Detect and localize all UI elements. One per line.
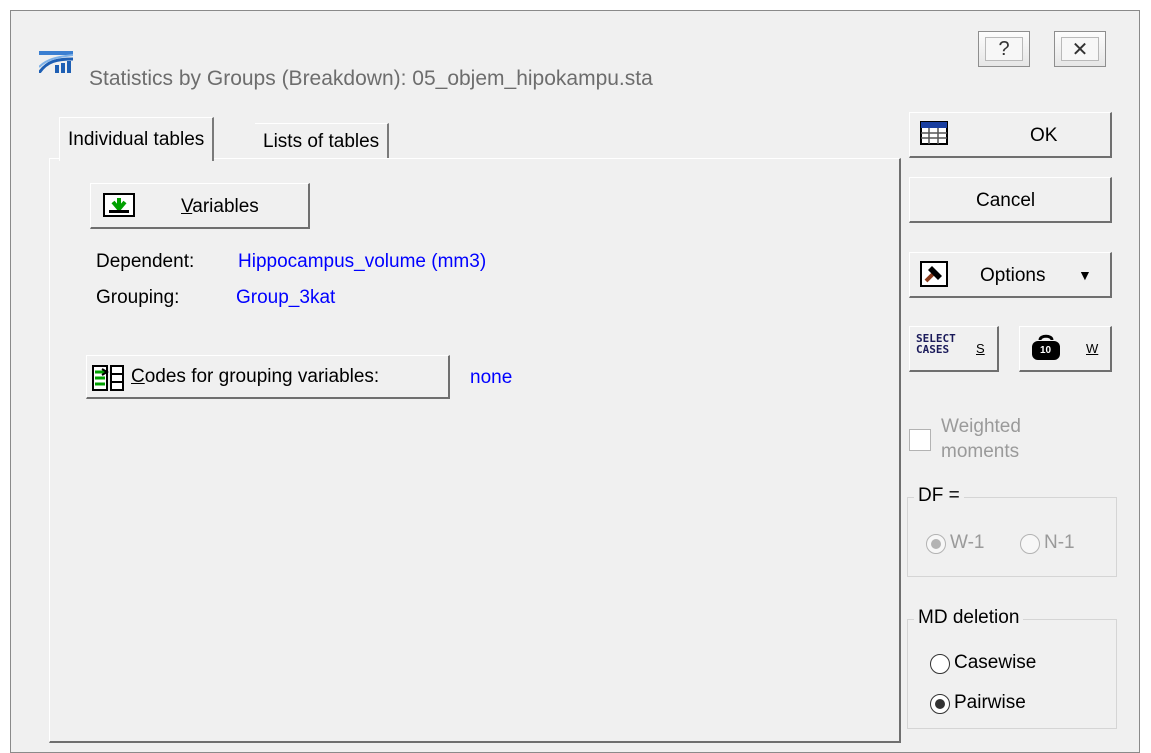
spreadsheet-icon: [920, 121, 948, 145]
grouping-value: Group_3kat: [236, 287, 336, 308]
casewise-label: Casewise: [954, 652, 1037, 673]
dialog-window: Statistics by Groups (Breakdown): 05_obj…: [10, 10, 1140, 753]
md-deletion-label: MD deletion: [914, 607, 1024, 629]
weighted-moments-label-1: Weighted: [941, 416, 1021, 437]
select-cases-icon: SELECT CASES: [916, 332, 956, 356]
tab-individual-tables[interactable]: Individual tables: [59, 117, 215, 161]
weighted-moments-label-2: moments: [941, 441, 1020, 462]
grouping-label: Grouping:: [96, 287, 180, 308]
weight-button[interactable]: 10 W: [1019, 326, 1112, 372]
df-group: DF = W-1 N-1: [907, 485, 1117, 577]
df-group-label: DF =: [914, 485, 964, 507]
help-button[interactable]: ?: [978, 31, 1030, 67]
window-title: Statistics by Groups (Breakdown): 05_obj…: [89, 67, 653, 90]
weighted-moments-checkbox[interactable]: [909, 429, 931, 451]
weight-icon-text: 10: [1040, 345, 1052, 356]
select-cases-button[interactable]: SELECT CASES S: [909, 326, 999, 372]
help-icon: ?: [985, 37, 1023, 61]
dependent-value: Hippocampus_volume (mm3): [238, 251, 487, 272]
options-button[interactable]: Options ▼: [909, 252, 1112, 298]
title-bar: Statistics by Groups (Breakdown): 05_obj…: [11, 11, 1139, 91]
df-w1-label: W-1: [950, 532, 985, 553]
cancel-button[interactable]: Cancel: [909, 177, 1112, 223]
pairwise-radio[interactable]: [930, 694, 950, 714]
close-button[interactable]: ✕: [1054, 31, 1106, 67]
df-n1-label: N-1: [1044, 532, 1075, 553]
variables-label: Variables: [181, 196, 259, 217]
codes-label: Codes for grouping variables:: [131, 366, 380, 387]
codes-value: none: [470, 367, 513, 388]
variables-icon: [103, 193, 135, 217]
casewise-radio[interactable]: [930, 654, 950, 674]
weight-key: W: [1086, 341, 1099, 356]
tab-lists-of-tables[interactable]: Lists of tables: [255, 123, 390, 159]
statistica-app-icon: [39, 51, 73, 73]
ok-label: OK: [1030, 125, 1058, 146]
select-cases-key: S: [976, 341, 985, 356]
chevron-down-icon: ▼: [1078, 267, 1092, 283]
options-label: Options: [980, 265, 1046, 286]
variables-button[interactable]: Variables: [90, 183, 310, 229]
pairwise-label: Pairwise: [954, 692, 1026, 713]
cancel-label: Cancel: [976, 190, 1036, 211]
df-n1-radio[interactable]: [1020, 534, 1040, 554]
md-deletion-group: MD deletion Casewise Pairwise: [907, 607, 1117, 729]
ok-button[interactable]: OK: [909, 112, 1112, 158]
close-icon: ✕: [1061, 37, 1099, 61]
codes-grid-icon: [92, 365, 124, 391]
options-hammer-icon: [920, 261, 948, 287]
dependent-label: Dependent:: [96, 251, 195, 272]
tab-panel: Variables Dependent: Hippocampus_volume …: [49, 158, 901, 743]
codes-for-grouping-button[interactable]: Codes for grouping variables:: [86, 355, 450, 399]
df-w1-radio[interactable]: [926, 534, 946, 554]
